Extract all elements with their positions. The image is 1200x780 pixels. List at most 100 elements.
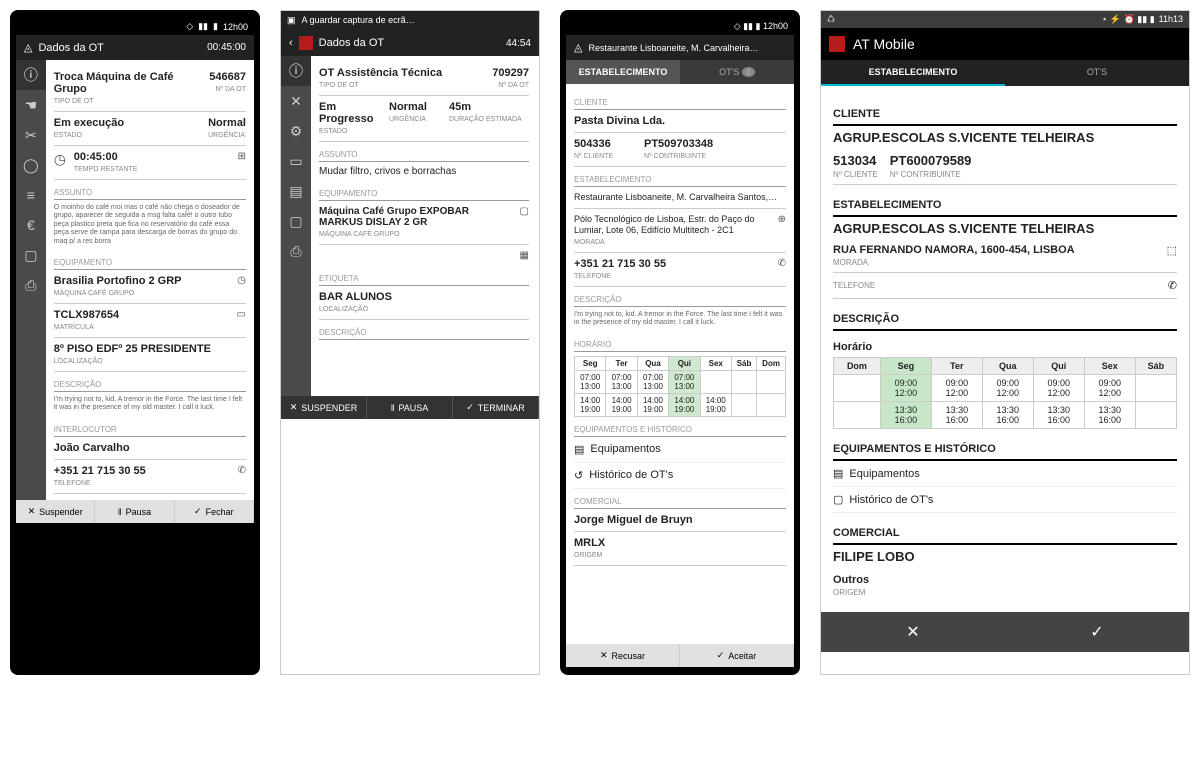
equip-link-4[interactable]: ▤Equipamentos (833, 461, 1177, 487)
hist-link[interactable]: ↺Histórico de OT's (574, 463, 786, 489)
section-assunto: ASSUNTO (54, 184, 246, 200)
pause-button-2[interactable]: ‖ PAUSA (367, 396, 453, 419)
suspend-button[interactable]: ✕ Suspender (16, 500, 95, 523)
clipboard-icon[interactable]: ▢ (281, 206, 311, 236)
status-bar-4: ♺ ⋆ ⚡ ⏰ ▮▮ ▮11h13 (821, 11, 1189, 28)
status-bar: ◇ ▮▮ ▮ 12h00 (16, 18, 254, 35)
add-button[interactable]: ⊞ (226, 151, 246, 162)
equip-label-2: MÁQUINA CAFÉ GRUPO (319, 231, 400, 238)
sidebar: ⓘ ☚ ✂ ◯ ≡ € ▢ ⎙ (16, 60, 46, 500)
page-title: Dados da OT (38, 42, 103, 54)
history-icon: ↺ (574, 469, 583, 482)
etiqueta-label: LOCALIZAÇÃO (319, 306, 368, 313)
calendar-icon: ▢ (833, 493, 843, 506)
cliente-name-4: AGRUP.ESCOLAS S.VICENTE TELHEIRAS (833, 126, 1177, 149)
check-icon[interactable]: ✓ (1005, 612, 1189, 652)
card-icon[interactable]: ▭ (226, 309, 246, 320)
section-inter: INTERLOCUTOR (54, 421, 246, 437)
timer-2: 44:54 (506, 38, 531, 49)
sect-desc-4: DESCRIÇÃO (833, 309, 1177, 331)
contrib-label: Nº CONTRIBUINTE (644, 153, 706, 160)
doc-icon[interactable]: ▢ (16, 240, 46, 270)
page-title-2: Dados da OT (319, 37, 384, 49)
origem-label-4: ORIGEM (833, 588, 865, 597)
scissors-icon[interactable]: ✂ (16, 120, 46, 150)
status-time: 12h00 (223, 22, 248, 32)
sect-comercial-4: COMERCIAL (833, 523, 1177, 545)
urgency-2: Normal (389, 101, 427, 113)
ot-type-label-2: TIPO DE OT (319, 82, 359, 89)
accept-button[interactable]: ✓ Aceitar (680, 644, 794, 667)
tabs-4: ESTABELECIMENTO OT'S (821, 60, 1189, 86)
logo-icon (829, 36, 845, 52)
section-etiqueta: ETIQUETA (319, 270, 529, 286)
hand-icon[interactable]: ☚ (16, 90, 46, 120)
origem-4: Outros (833, 574, 869, 586)
contrib-4: PT600079589 (890, 149, 972, 172)
euro-icon[interactable]: € (16, 210, 46, 240)
calendar-icon[interactable]: ▢ (509, 206, 529, 217)
logo-icon: ◬ (574, 41, 582, 54)
section-desc-2: DESCRIÇÃO (319, 324, 529, 340)
info-icon[interactable]: ⓘ (16, 60, 46, 90)
print-icon[interactable]: ⎙ (281, 236, 311, 266)
doc-icon[interactable]: ▤ (281, 176, 311, 206)
clock-action[interactable]: ◷ (226, 275, 246, 286)
info-icon[interactable]: ⓘ (281, 56, 311, 86)
tab-ots-4[interactable]: OT'S (1005, 60, 1189, 86)
inter-phone-label: TELEFONE (54, 480, 91, 487)
phone-icon-4[interactable]: ✆ (1168, 279, 1177, 292)
address-4: RUA FERNANDO NAMORA, 1600-454, LISBOA (833, 244, 1075, 256)
list-icon[interactable]: ≡ (16, 180, 46, 210)
tools-icon[interactable]: ✕ (281, 86, 311, 116)
close-icon[interactable]: ✕ (821, 612, 1005, 652)
clipboard-icon: ▤ (574, 443, 584, 456)
tab-ots[interactable]: OT's 4 (680, 60, 794, 84)
qr-icon[interactable]: ▦ (509, 250, 529, 261)
close-button[interactable]: ✓ Fechar (175, 500, 254, 523)
page-title-3: Restaurante Lisboaneite, M. Carvalheira… (588, 43, 758, 53)
pause-button[interactable]: ‖ Pausa (95, 500, 174, 523)
globe-icon[interactable]: ⊕ (766, 214, 786, 225)
clock-icon: ◷ (54, 151, 74, 168)
ot-number-label-2: Nº DA OT (498, 82, 529, 89)
urgency-label: URGÊNCIA (208, 132, 245, 139)
equip-name-label: MÁQUINA CAFÉ GRUPO (54, 290, 135, 297)
telefone-label: TELEFONE (833, 281, 875, 290)
wifi-icon: ◇ (186, 21, 193, 32)
settings-icon[interactable]: ⚙ (281, 116, 311, 146)
matricula: TCLX987654 (54, 309, 119, 321)
print-icon[interactable]: ⎙ (16, 270, 46, 300)
finish-button[interactable]: ✓ TERMINAR (453, 396, 539, 419)
urgency: Normal (208, 117, 246, 129)
phone-icon[interactable]: ✆ (766, 258, 786, 269)
ot-number-label: Nº DA OT (215, 86, 246, 93)
battery-icon: ▮ (213, 21, 218, 32)
suspend-button-2[interactable]: ✕ SUSPENDER (281, 396, 367, 419)
ot-type-label: TIPO DE OT (54, 98, 94, 105)
etiqueta: BAR ALUNOS (319, 291, 392, 303)
section-horario: HORÁRIO (574, 336, 786, 352)
equip-name: Brasilia Portofino 2 GRP (54, 275, 182, 287)
tab-est-4[interactable]: ESTABELECIMENTO (821, 60, 1005, 86)
tab-estabelecimento[interactable]: ESTABELECIMENTO (566, 60, 680, 84)
equip-link[interactable]: ▤Equipamentos (574, 437, 786, 463)
matricula-label: MATRÍCULA (54, 324, 94, 331)
ots-badge: 4 (742, 67, 755, 77)
hist-link-4[interactable]: ▢Histórico de OT's (833, 487, 1177, 513)
ot-number: 546687 (209, 71, 246, 83)
ot-number-2: 709297 (492, 67, 529, 79)
state: Em execução (54, 117, 124, 129)
section-equip: EQUIPAMENTO (54, 254, 246, 270)
reject-button[interactable]: ✕ Recusar (566, 644, 680, 667)
section-desc-3: DESCRIÇÃO (574, 291, 786, 307)
back-icon[interactable]: ‹ (289, 37, 293, 49)
map-icon[interactable]: ⬚ (1167, 244, 1177, 268)
phone-icon[interactable]: ✆ (226, 465, 246, 476)
horario-h-4: Horário (833, 331, 1177, 353)
timer-label: TEMPO RESTANTE (74, 166, 138, 173)
schedule-table-4: DomSegTerQuaQuiSexSáb09:0012:0009:0012:0… (833, 357, 1177, 429)
action-bar: ✕ Suspender ‖ Pausa ✓ Fechar (16, 500, 254, 523)
chat-icon[interactable]: ▭ (281, 146, 311, 176)
chat-icon[interactable]: ◯ (16, 150, 46, 180)
